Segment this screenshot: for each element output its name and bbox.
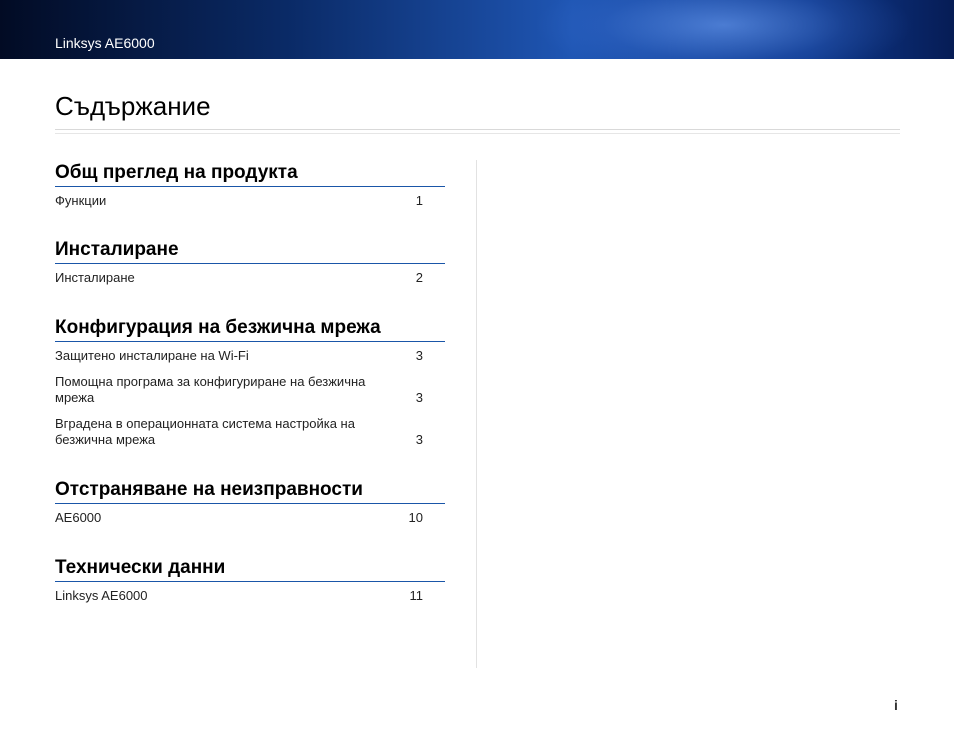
toc-heading[interactable]: Отстраняване на неизправности (55, 479, 445, 504)
toc-section-wireless-config: Конфигурация на безжична мрежа Защитено … (55, 317, 445, 448)
toc-heading[interactable]: Технически данни (55, 557, 445, 582)
toc-entry[interactable]: Инсталиране 2 (55, 270, 445, 286)
toc-heading[interactable]: Инсталиране (55, 239, 445, 264)
title-rule (55, 129, 900, 134)
toc-heading[interactable]: Конфигурация на безжична мрежа (55, 317, 445, 342)
toc-entry-label: AE6000 (55, 510, 102, 525)
product-name: Linksys AE6000 (55, 35, 155, 51)
toc-entry-label: Вградена в операционната система настрой… (55, 416, 355, 447)
toc-entry-label: Помощна програма за конфигуриране на без… (55, 374, 366, 405)
toc-entry[interactable]: Функции 1 (55, 193, 445, 209)
header-banner: Linksys AE6000 (0, 0, 954, 59)
banner-glow (534, 0, 914, 59)
toc-entry-label: Функции (55, 193, 107, 208)
toc-entry-page: 10 (408, 510, 423, 525)
toc-entry-page: 3 (415, 348, 423, 363)
toc-entry[interactable]: Защитено инсталиране на Wi-Fi 3 (55, 348, 445, 364)
toc-entry[interactable]: Linksys AE6000 11 (55, 588, 445, 604)
toc-entry[interactable]: Помощна програма за конфигуриране на без… (55, 374, 445, 406)
toc-section-troubleshooting: Отстраняване на неизправности AE6000 10 (55, 479, 445, 526)
toc-entry-label: Инсталиране (55, 270, 135, 285)
column-divider (476, 160, 477, 668)
toc-entry-page: 3 (415, 390, 423, 405)
page-number: i (894, 697, 898, 713)
toc-section-installation: Инсталиране Инсталиране 2 (55, 239, 445, 286)
toc-entry-page: 1 (415, 193, 423, 208)
toc-entry-page: 11 (409, 588, 424, 603)
toc-entry[interactable]: AE6000 10 (55, 510, 445, 526)
toc-entry-label: Linksys AE6000 (55, 588, 148, 603)
toc-entry-page: 2 (415, 270, 423, 285)
toc-section-product-overview: Общ преглед на продукта Функции 1 (55, 162, 445, 209)
page-title: Съдържание (55, 91, 211, 121)
toc-section-specifications: Технически данни Linksys AE6000 11 (55, 557, 445, 604)
toc-heading[interactable]: Общ преглед на продукта (55, 162, 445, 187)
toc-entry[interactable]: Вградена в операционната система настрой… (55, 416, 445, 448)
toc-entry-page: 3 (415, 432, 423, 447)
toc-entry-label: Защитено инсталиране на Wi-Fi (55, 348, 249, 363)
